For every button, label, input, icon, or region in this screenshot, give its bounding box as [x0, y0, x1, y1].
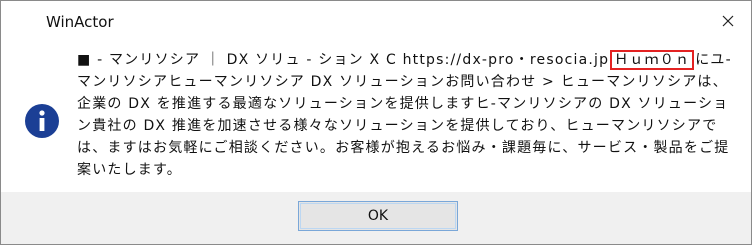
info-icon: [25, 104, 59, 138]
window-title: WinActor: [46, 13, 114, 31]
close-icon: [722, 15, 734, 27]
dialog-body: ■ - マンリソシア ｜ DX ソリュ - ション X C https://dx…: [1, 41, 751, 192]
message-part-1: ■ - マンリソシア ｜ DX ソリュ - ション X C https://dx…: [77, 52, 610, 68]
message-text: ■ - マンリソシア ｜ DX ソリュ - ション X C https://dx…: [77, 49, 737, 181]
message-dialog: WinActor ■ - マンリソシア ｜ DX ソリュ - ション X C h…: [0, 0, 752, 245]
title-bar: WinActor: [1, 1, 751, 41]
dialog-footer: OK: [1, 192, 751, 244]
ok-button[interactable]: OK: [298, 201, 458, 231]
highlighted-word: Ｈｕｍ０ｎ: [610, 50, 695, 70]
message-part-2: にユ-マンリソシアヒューマンリソシア DX ソリューションお問い合わせ > ヒュ…: [77, 52, 732, 178]
close-button[interactable]: [705, 1, 751, 41]
